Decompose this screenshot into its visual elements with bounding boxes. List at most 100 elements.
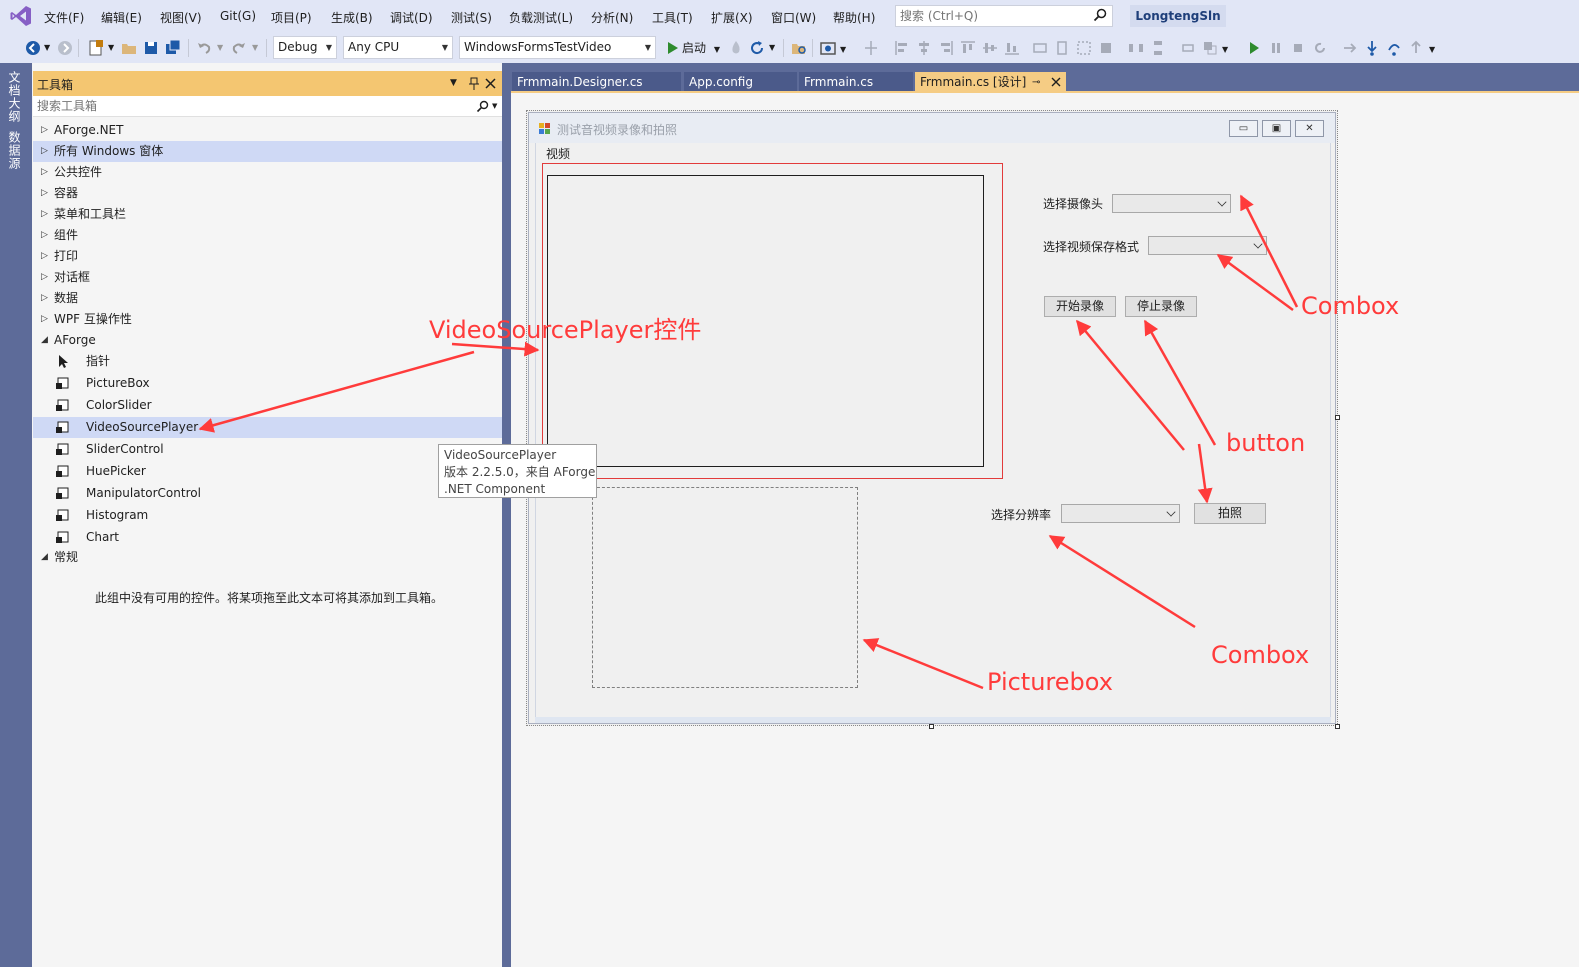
stop-debug-icon[interactable]: [1289, 39, 1307, 57]
open-folder-icon[interactable]: [120, 39, 138, 57]
bring-to-front-icon[interactable]: [1201, 39, 1219, 57]
toolbox-item-histogram[interactable]: Histogram: [33, 505, 502, 526]
expand-caret-icon[interactable]: ▷: [41, 141, 48, 162]
make-same-height-icon[interactable]: [1053, 39, 1071, 57]
toolbox-category-general[interactable]: ◢ 常规: [33, 547, 502, 568]
align-rights-icon[interactable]: [937, 39, 955, 57]
expand-caret-icon[interactable]: ▷: [41, 183, 48, 204]
hot-reload-flame-icon[interactable]: [727, 39, 745, 57]
redo-dropdown-icon[interactable]: ▼: [252, 43, 258, 52]
pin-icon[interactable]: [468, 77, 480, 91]
platform-dropdown[interactable]: Any CPU ▼: [343, 36, 453, 59]
align-lefts-icon[interactable]: [893, 39, 911, 57]
menu-debug[interactable]: 调试(D): [390, 9, 433, 26]
new-dropdown-icon[interactable]: ▼: [108, 43, 114, 52]
expand-caret-icon[interactable]: ▷: [41, 309, 48, 330]
toolbox-category-common-controls[interactable]: ▷ 公共控件: [33, 162, 502, 183]
start-debugging-button[interactable]: 启动 ▼: [666, 38, 720, 58]
new-project-icon[interactable]: [87, 39, 105, 57]
solution-name-badge[interactable]: LongtengSln: [1130, 5, 1226, 27]
toolbox-item-chart[interactable]: Chart: [33, 527, 502, 548]
panel-splitter[interactable]: [502, 63, 511, 967]
toolbox-item-colorslider[interactable]: ColorSlider: [33, 395, 502, 416]
window-position-dropdown-icon[interactable]: ▼: [450, 78, 457, 88]
make-same-size-icon[interactable]: [1075, 39, 1093, 57]
toolbox-item-pointer[interactable]: 指针: [33, 351, 502, 372]
close-icon[interactable]: [1051, 77, 1061, 87]
expand-caret-icon[interactable]: ▷: [41, 120, 48, 141]
toolbox-category-all-windows-forms[interactable]: ▷ 所有 Windows 窗体: [33, 141, 502, 162]
video-format-combobox[interactable]: [1148, 236, 1267, 255]
align-to-grid-icon[interactable]: [862, 39, 880, 57]
resize-grip[interactable]: [929, 724, 934, 729]
refresh-dropdown-icon[interactable]: ▼: [769, 43, 775, 52]
toolbox-category-data[interactable]: ▷ 数据: [33, 288, 502, 309]
menu-window[interactable]: 窗口(W): [771, 9, 816, 26]
toolbox-item-manipulatorcontrol[interactable]: ManipulatorControl: [33, 483, 502, 504]
align-bottoms-icon[interactable]: [1003, 39, 1021, 57]
toolbox-search-input[interactable]: [33, 96, 463, 116]
menu-analyze[interactable]: 分析(N): [591, 9, 633, 26]
menu-project[interactable]: 项目(P): [271, 9, 312, 26]
search-icon[interactable]: [476, 100, 489, 113]
expand-caret-icon[interactable]: ▷: [41, 204, 48, 225]
toolbox-item-videosourceplayer[interactable]: VideoSourcePlayer: [33, 417, 502, 438]
menu-help[interactable]: 帮助(H): [833, 9, 875, 26]
tool-dropdown-icon[interactable]: ▼: [840, 45, 846, 54]
startup-project-dropdown[interactable]: WindowsFormsTestVideo ▼: [459, 36, 656, 59]
align-tops-icon[interactable]: [959, 39, 977, 57]
find-in-files-icon[interactable]: [790, 39, 808, 57]
toolbox-item-huepicker[interactable]: HuePicker: [33, 461, 502, 482]
menu-file[interactable]: 文件(F): [44, 9, 84, 26]
menu-test[interactable]: 测试(S): [451, 9, 492, 26]
data-sources-tab[interactable]: 数据源: [6, 131, 23, 170]
solution-config-dropdown[interactable]: Debug ▼: [273, 36, 337, 59]
toolbox-category-dialogs[interactable]: ▷ 对话框: [33, 267, 502, 288]
expand-caret-icon[interactable]: ▷: [41, 246, 48, 267]
back-dropdown-icon[interactable]: ▼: [44, 43, 50, 52]
toolbox-category-menus-toolbars[interactable]: ▷ 菜单和工具栏: [33, 204, 502, 225]
close-icon[interactable]: [485, 78, 496, 89]
undo-dropdown-icon[interactable]: ▼: [217, 43, 223, 52]
toolbox-category-aforge-net[interactable]: ▷ AForge.NET: [33, 120, 502, 141]
visual-studio-logo-icon[interactable]: [9, 4, 33, 28]
redo-icon[interactable]: [230, 39, 248, 57]
toolbox-item-picturebox[interactable]: PictureBox: [33, 373, 502, 394]
global-search-input[interactable]: [896, 6, 1086, 26]
toolbox-search-box[interactable]: ▼: [33, 96, 502, 117]
toolbox-category-containers[interactable]: ▷ 容器: [33, 183, 502, 204]
collapse-caret-icon[interactable]: ◢: [41, 330, 48, 351]
expand-caret-icon[interactable]: ▷: [41, 225, 48, 246]
toolbar-overflow-icon[interactable]: ▼: [1429, 45, 1435, 54]
size-to-grid-icon[interactable]: [1097, 39, 1115, 57]
form-close-button[interactable]: ✕: [1295, 120, 1324, 137]
step-out-icon[interactable]: [1407, 39, 1425, 57]
document-outline-tab[interactable]: 文档大纲: [6, 71, 23, 123]
pause-debug-icon[interactable]: [1267, 39, 1285, 57]
navigate-back-icon[interactable]: [24, 39, 42, 57]
restart-debug-icon[interactable]: [1311, 39, 1329, 57]
horizontal-spacing-icon[interactable]: [1127, 39, 1145, 57]
search-icon[interactable]: [1093, 8, 1107, 22]
step-into-icon[interactable]: [1363, 39, 1381, 57]
step-over-icon[interactable]: [1385, 39, 1403, 57]
menu-view[interactable]: 视图(V): [160, 9, 202, 26]
save-all-icon[interactable]: [164, 39, 182, 57]
start-record-button[interactable]: 开始录像: [1044, 296, 1116, 317]
menu-build[interactable]: 生成(B): [331, 9, 373, 26]
vertical-spacing-icon[interactable]: [1149, 39, 1167, 57]
toolbox-category-components[interactable]: ▷ 组件: [33, 225, 502, 246]
start-dropdown-icon[interactable]: ▼: [714, 45, 720, 54]
undo-icon[interactable]: [195, 39, 213, 57]
expand-caret-icon[interactable]: ▷: [41, 267, 48, 288]
expand-caret-icon[interactable]: ▷: [41, 162, 48, 183]
toolbox-category-printing[interactable]: ▷ 打印: [33, 246, 502, 267]
minimize-button[interactable]: ▭: [1229, 120, 1258, 137]
show-next-statement-icon[interactable]: [1341, 39, 1359, 57]
menu-tools[interactable]: 工具(T): [652, 9, 693, 26]
snapshot-button[interactable]: 拍照: [1194, 503, 1266, 524]
center-horizontally-icon[interactable]: [1179, 39, 1197, 57]
picture-box[interactable]: [592, 487, 858, 688]
resize-grip[interactable]: [1335, 724, 1340, 729]
save-icon[interactable]: [142, 39, 160, 57]
